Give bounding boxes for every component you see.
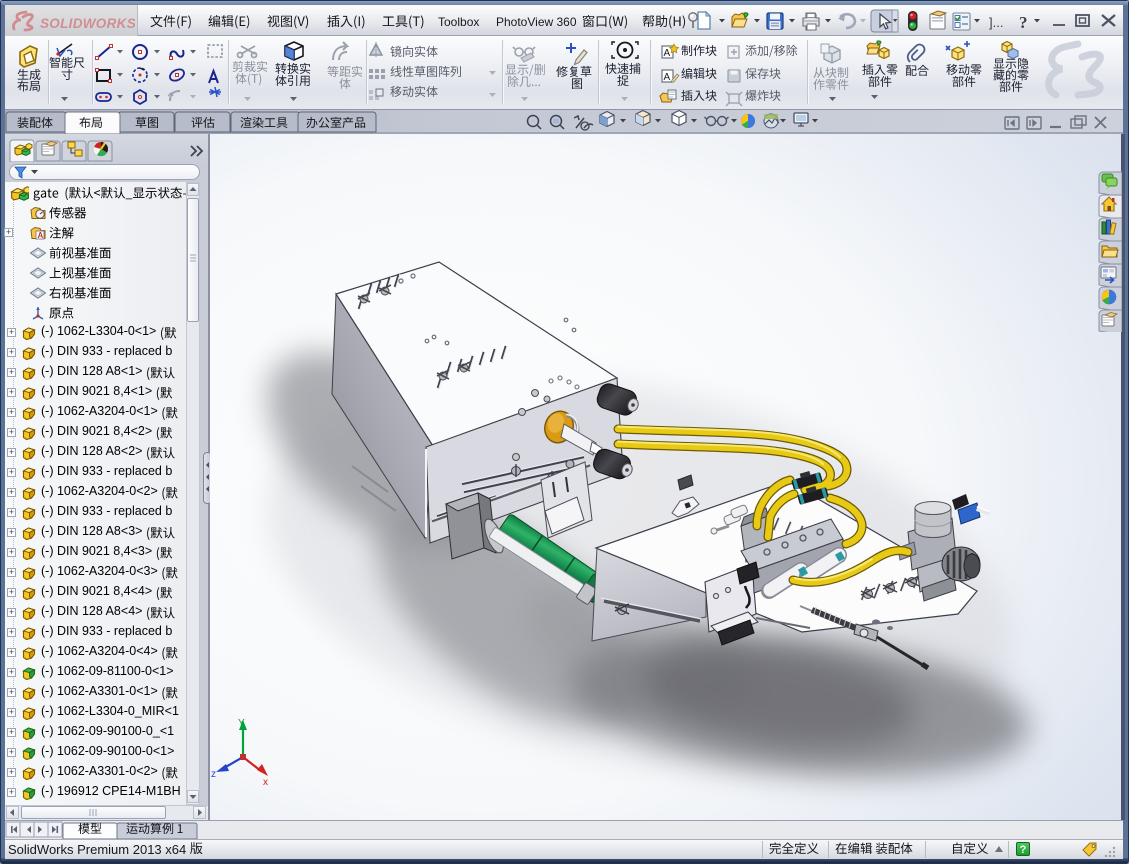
svg-text:?: ? (1019, 13, 1028, 32)
svg-text:z: z (211, 769, 216, 780)
svg-text:A: A (664, 48, 671, 59)
svg-text:]...: ]... (989, 15, 1003, 30)
svg-text:A: A (664, 72, 671, 83)
svg-text:Y: Y (238, 718, 245, 729)
svg-text:x: x (263, 777, 268, 788)
svg-text:SOLIDWORKS: SOLIDWORKS (40, 16, 135, 31)
